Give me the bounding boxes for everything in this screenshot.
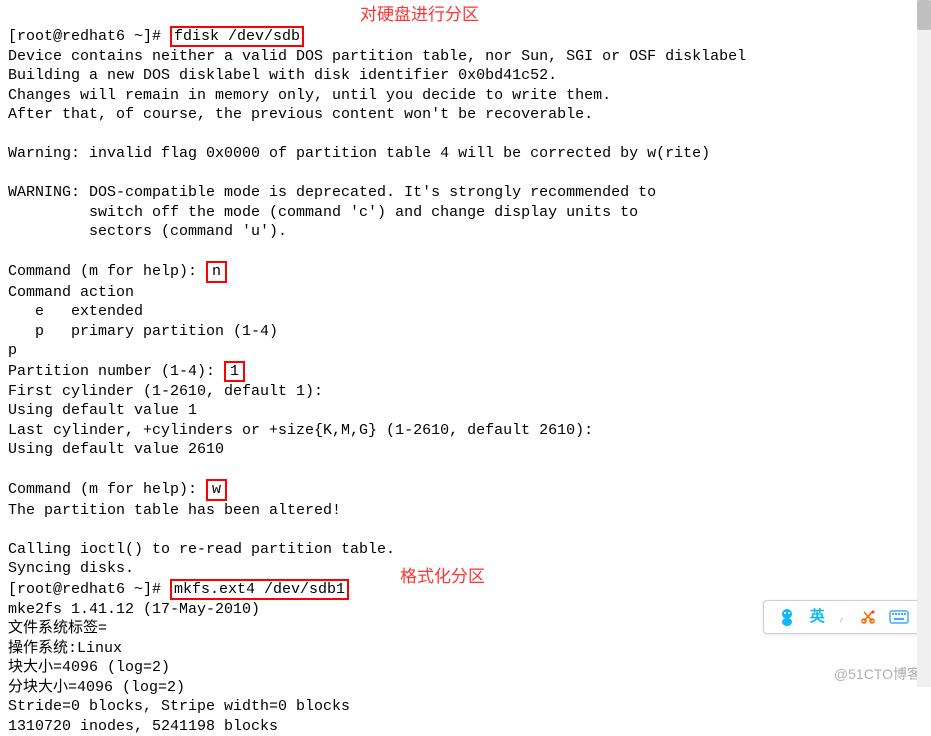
highlight-n-input: n	[206, 261, 227, 282]
ime-toolbar[interactable]: 英 ,	[763, 600, 923, 634]
output-line: The partition table has been altered!	[8, 502, 341, 519]
output-line: e extended	[8, 303, 143, 320]
output-line: Partition number (1-4):	[8, 363, 224, 380]
penguin-icon[interactable]	[777, 607, 797, 627]
output-line: 1310720 inodes, 5241198 blocks	[8, 718, 278, 735]
output-line: 文件系统标签=	[8, 620, 107, 637]
scissors-icon[interactable]	[860, 609, 876, 625]
scrollbar[interactable]	[917, 0, 931, 687]
output-line: p	[8, 342, 17, 359]
output-line: Stride=0 blocks, Stripe width=0 blocks	[8, 698, 350, 715]
keyboard-icon[interactable]	[889, 610, 909, 624]
prompt: [root@redhat6 ~]#	[8, 28, 170, 45]
highlight-w-input: w	[206, 479, 227, 500]
output-line: Using default value 2610	[8, 441, 224, 458]
output-line: 分块大小=4096 (log=2)	[8, 679, 185, 696]
output-line: Calling ioctl() to re-read partition tab…	[8, 541, 395, 558]
highlight-mkfs-cmd: mkfs.ext4 /dev/sdb1	[170, 579, 349, 600]
output-line: Last cylinder, +cylinders or +size{K,M,G…	[8, 422, 593, 439]
output-line: Building a new DOS disklabel with disk i…	[8, 67, 557, 84]
output-line: After that, of course, the previous cont…	[8, 106, 593, 123]
output-line: Warning: invalid flag 0x0000 of partitio…	[8, 145, 710, 162]
output-line: Using default value 1	[8, 402, 197, 419]
watermark: @51CTO博客	[834, 665, 921, 683]
output-line: mke2fs 1.41.12 (17-May-2010)	[8, 601, 260, 618]
annotation-format: 格式化分区	[400, 566, 485, 588]
output-line: WARNING: DOS-compatible mode is deprecat…	[8, 184, 656, 201]
highlight-fdisk-cmd: fdisk /dev/sdb	[170, 26, 304, 47]
output-line: sectors (command 'u').	[8, 223, 287, 240]
output-line: Command action	[8, 284, 134, 301]
output-line: First cylinder (1-2610, default 1):	[8, 383, 323, 400]
annotation-partition: 对硬盘进行分区	[360, 4, 479, 26]
prompt: [root@redhat6 ~]#	[8, 581, 170, 598]
scrollbar-thumb[interactable]	[917, 0, 931, 30]
output-line: p primary partition (1-4)	[8, 323, 278, 340]
output-line: Command (m for help):	[8, 263, 206, 280]
ime-lang-label[interactable]: 英	[810, 607, 825, 627]
output-line: switch off the mode (command 'c') and ch…	[8, 204, 638, 221]
highlight-1-input: 1	[224, 361, 245, 382]
output-line: 操作系统:Linux	[8, 640, 122, 657]
output-line: Device contains neither a valid DOS part…	[8, 48, 746, 65]
output-line: 块大小=4096 (log=2)	[8, 659, 170, 676]
output-line: Command (m for help):	[8, 481, 206, 498]
output-line: Changes will remain in memory only, unti…	[8, 87, 611, 104]
output-line: Syncing disks.	[8, 560, 134, 577]
